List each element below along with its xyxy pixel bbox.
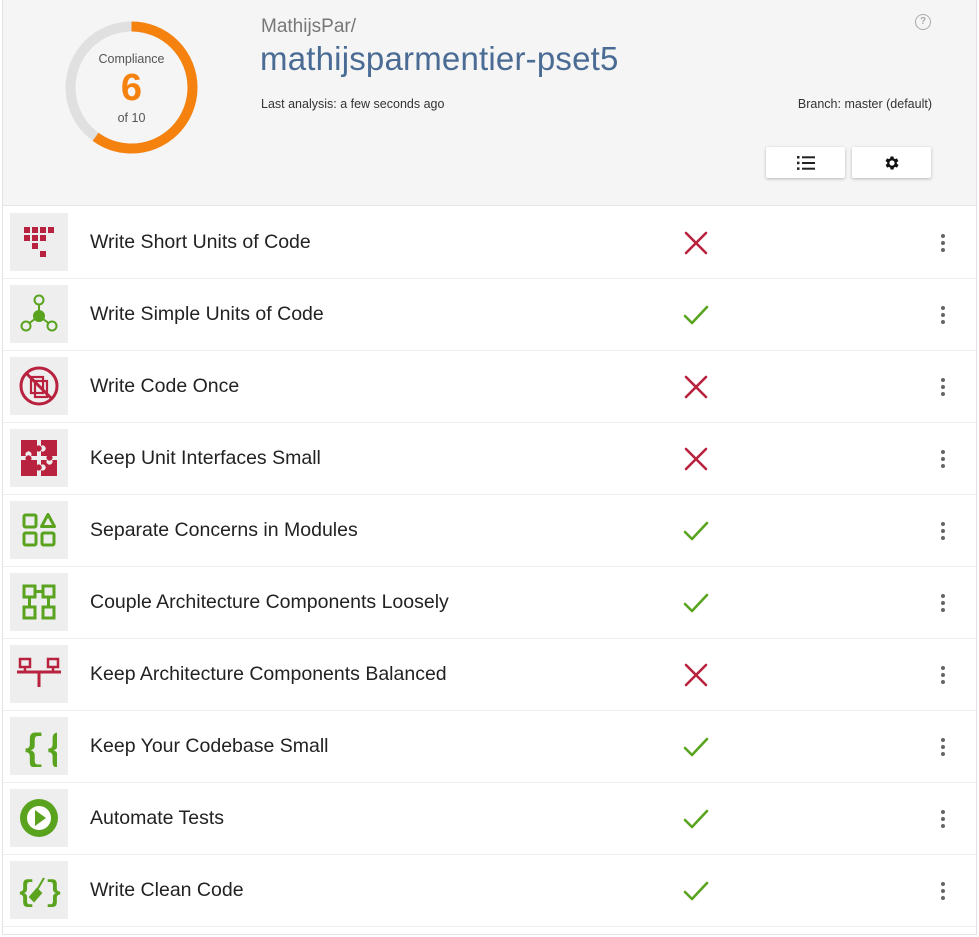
compliance-gauge: Compliance 6 of 10 [60, 16, 203, 159]
guideline-row[interactable]: Keep Unit Interfaces Small [3, 423, 976, 495]
last-analysis: Last analysis: a few seconds ago [261, 97, 445, 111]
svg-text:{: { [17, 877, 35, 908]
guideline-row[interactable]: {{ Keep Your Codebase Small [3, 711, 976, 783]
pass-check-icon [683, 302, 709, 328]
fail-cross-icon [683, 374, 709, 400]
more-options-icon[interactable] [933, 879, 953, 903]
guideline-label: Write Short Units of Code [90, 231, 311, 253]
puzzle-icon [10, 429, 68, 487]
guideline-label: Write Simple Units of Code [90, 303, 324, 325]
balance-icon [10, 645, 68, 703]
list-view-button[interactable] [766, 147, 845, 178]
play-icon [10, 789, 68, 847]
list-icon [796, 155, 815, 170]
header: Compliance 6 of 10 MathijsPar/ mathijspa… [3, 0, 976, 206]
settings-button[interactable] [852, 147, 931, 178]
guideline-label: Separate Concerns in Modules [90, 519, 358, 541]
guideline-label: Keep Unit Interfaces Small [90, 447, 321, 469]
guideline-row[interactable]: Write Simple Units of Code [3, 279, 976, 351]
no-duplication-icon [10, 357, 68, 415]
repo-owner-link[interactable]: MathijsPar/ [261, 16, 356, 38]
fail-cross-icon [683, 230, 709, 256]
simple-units-icon [10, 285, 68, 343]
guideline-label: Write Clean Code [90, 879, 244, 901]
guideline-label: Couple Architecture Components Loosely [90, 591, 449, 613]
modules-icon [10, 501, 68, 559]
pass-check-icon [683, 806, 709, 832]
guideline-list: Write Short Units of Code Write Simple U… [3, 207, 976, 927]
repo-name[interactable]: mathijsparmentier-pset5 [260, 40, 619, 78]
more-options-icon[interactable] [933, 375, 953, 399]
guideline-label: Write Code Once [90, 375, 240, 397]
gear-icon [885, 155, 899, 170]
pass-check-icon [683, 734, 709, 760]
components-icon [10, 573, 68, 631]
help-icon[interactable]: ? [915, 14, 931, 30]
guideline-row[interactable]: Keep Architecture Components Balanced [3, 639, 976, 711]
guideline-row[interactable]: { } Write Clean Code [3, 855, 976, 927]
more-options-icon[interactable] [933, 735, 953, 759]
more-options-icon[interactable] [933, 231, 953, 255]
gauge-label: Compliance [98, 52, 165, 66]
more-options-icon[interactable] [933, 591, 953, 615]
svg-text:}: } [45, 877, 61, 908]
broom-braces-icon: { } [10, 861, 68, 919]
more-options-icon[interactable] [933, 447, 953, 471]
guideline-row[interactable]: Couple Architecture Components Loosely [3, 567, 976, 639]
gauge-score: 6 [120, 67, 143, 109]
compliance-card: Compliance 6 of 10 MathijsPar/ mathijspa… [2, 0, 977, 935]
guideline-row[interactable]: Automate Tests [3, 783, 976, 855]
guideline-label: Keep Your Codebase Small [90, 735, 329, 757]
branch-info: Branch: master (default) [797, 97, 932, 111]
more-options-icon[interactable] [933, 519, 953, 543]
gauge-total: of 10 [117, 111, 146, 125]
guideline-row[interactable]: Separate Concerns in Modules [3, 495, 976, 567]
fail-cross-icon [683, 662, 709, 688]
pass-check-icon [683, 878, 709, 904]
pass-check-icon [683, 590, 709, 616]
more-options-icon[interactable] [933, 303, 953, 327]
more-options-icon[interactable] [933, 807, 953, 831]
guideline-row[interactable]: Write Code Once [3, 351, 976, 423]
short-units-icon [10, 213, 68, 271]
pass-check-icon [683, 518, 709, 544]
guideline-row[interactable]: Write Short Units of Code [3, 207, 976, 279]
fail-cross-icon [683, 446, 709, 472]
guideline-label: Keep Architecture Components Balanced [90, 663, 447, 685]
braces-icon: {{ [10, 717, 68, 775]
more-options-icon[interactable] [933, 663, 953, 687]
guideline-label: Automate Tests [90, 807, 225, 829]
svg-text:{{: {{ [22, 729, 57, 767]
